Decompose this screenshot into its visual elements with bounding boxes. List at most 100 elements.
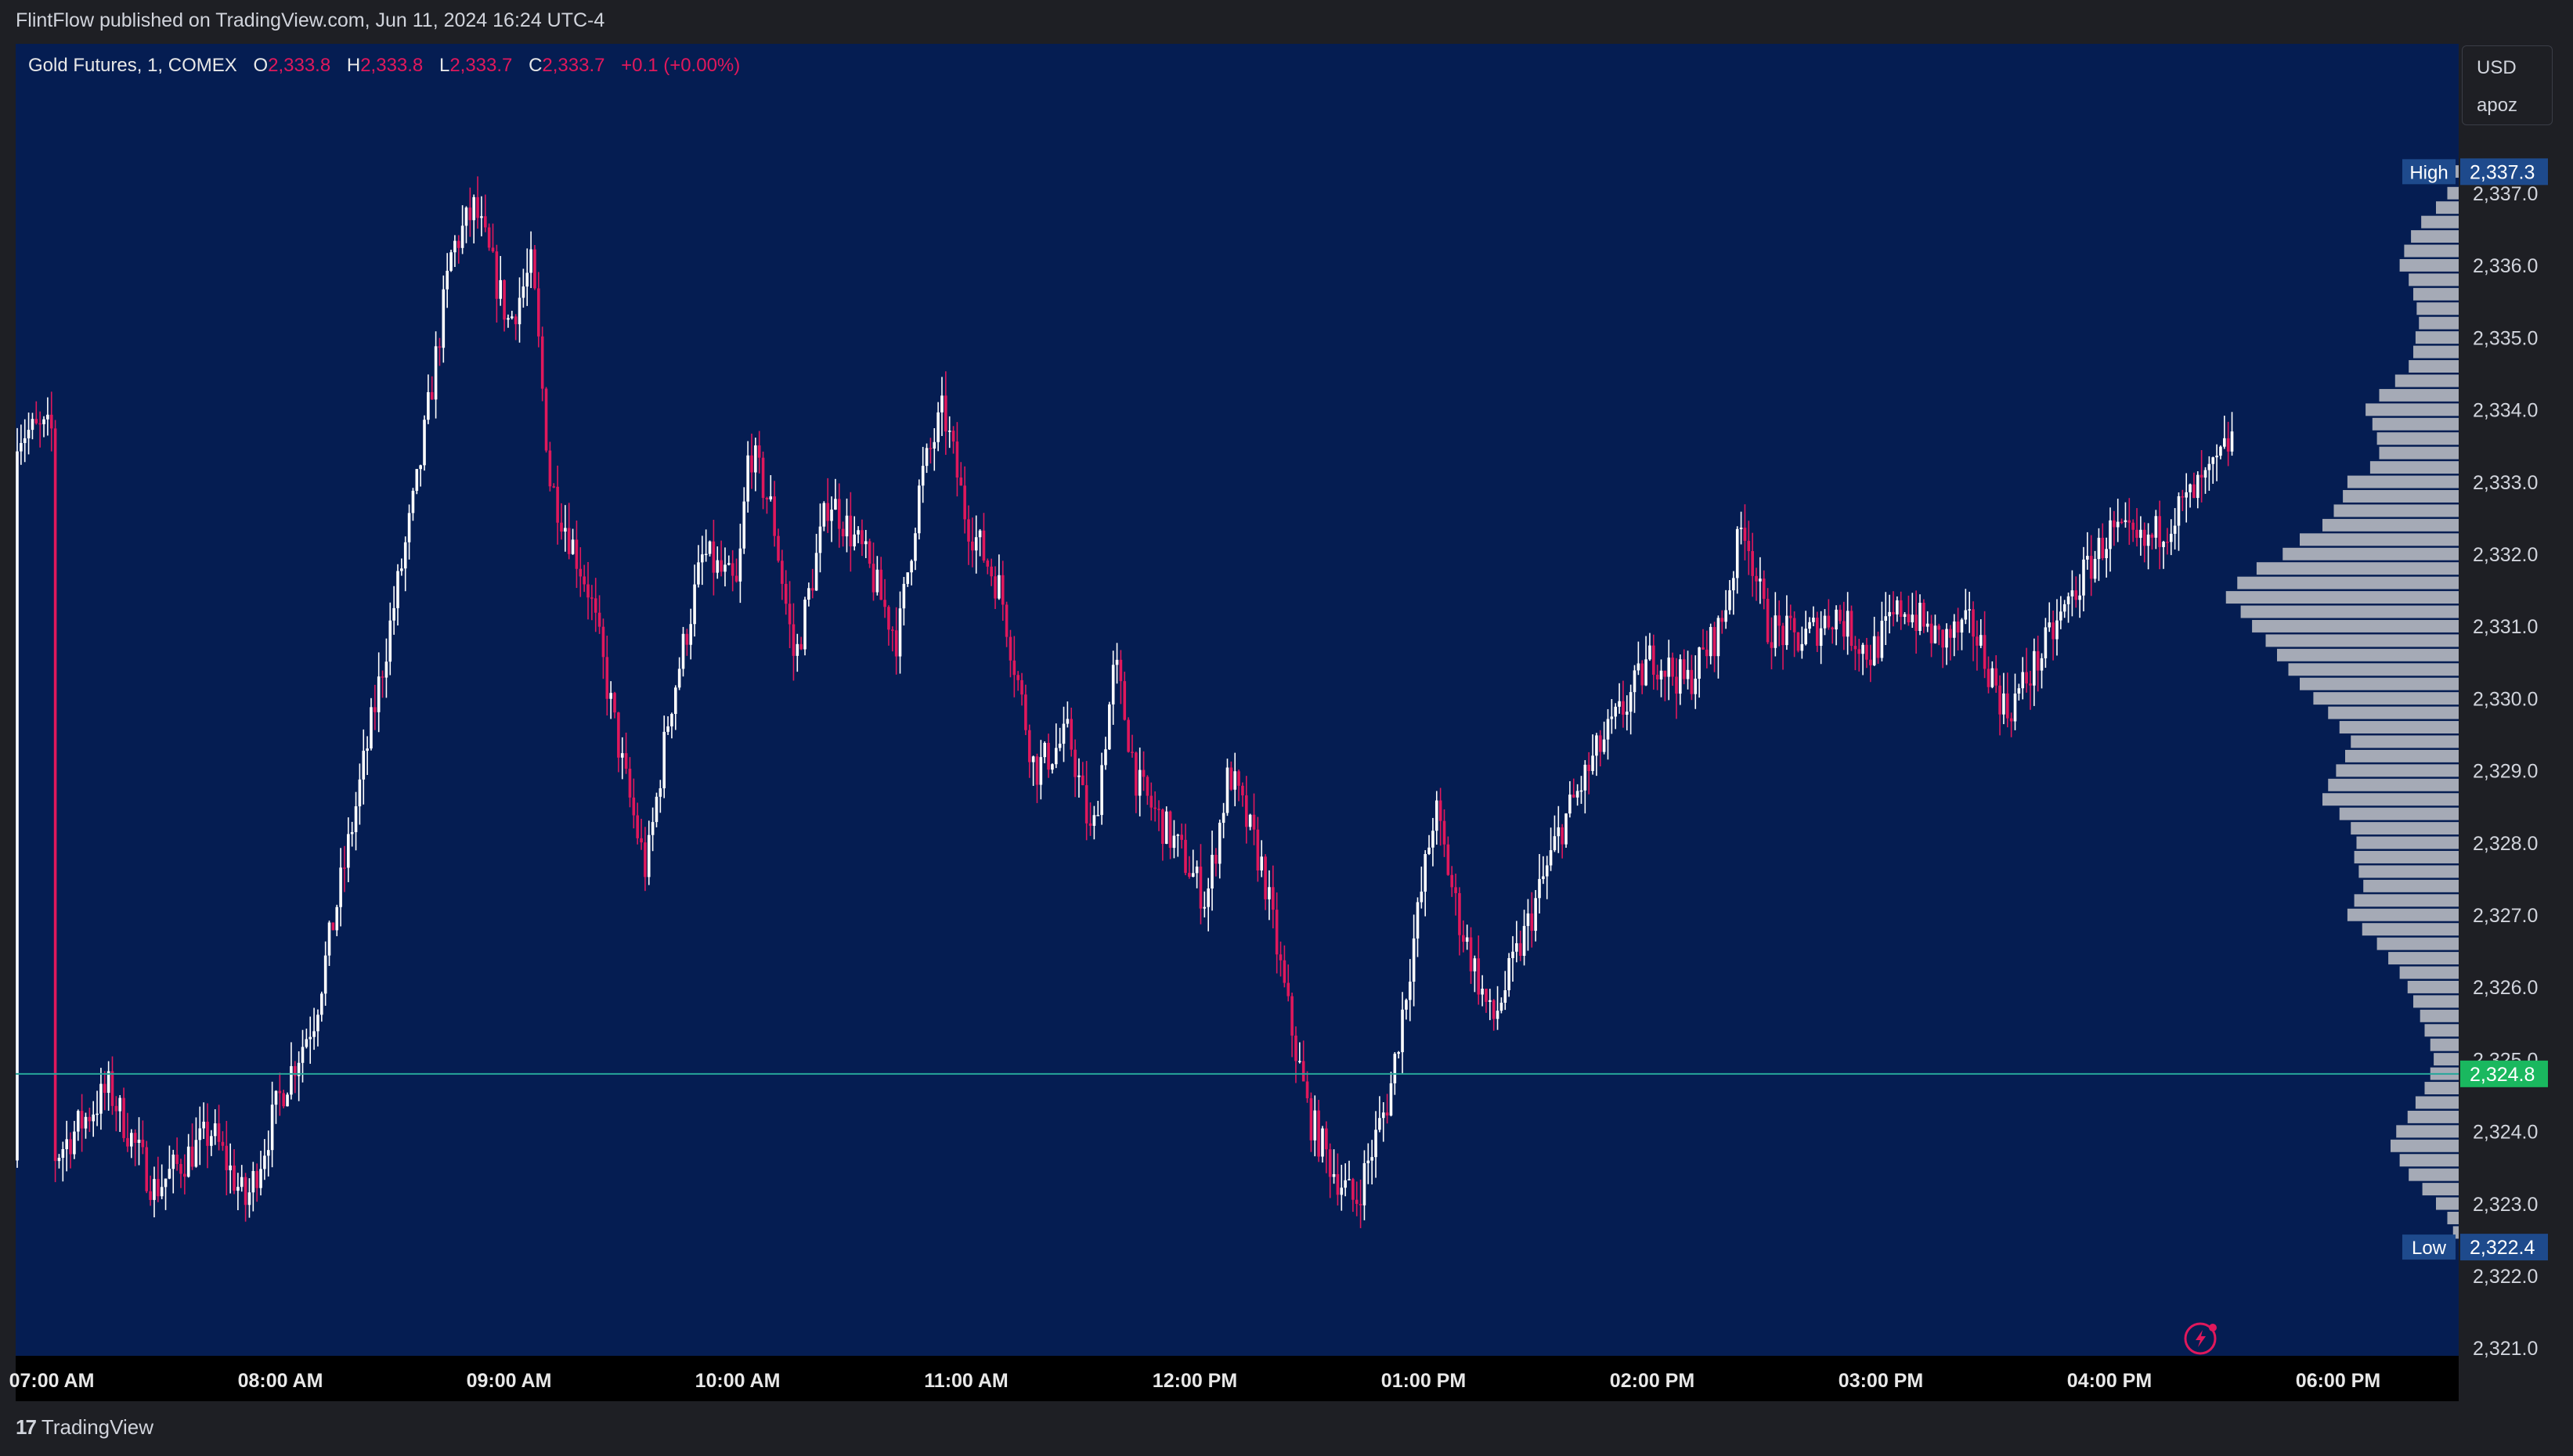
volume-profile-bar [2339, 807, 2459, 820]
candle-body [2086, 556, 2089, 560]
candle-body [1812, 618, 1815, 622]
candle-body [301, 1047, 305, 1063]
candle-body [499, 279, 503, 299]
candle-body [1317, 1110, 1320, 1157]
candle-body [955, 441, 959, 478]
volume-profile-bar [2363, 879, 2459, 892]
candle-body [2017, 688, 2021, 694]
candle-body [1275, 910, 1279, 955]
candle-body [1610, 716, 1614, 719]
candle-body [872, 564, 875, 593]
candle-body [403, 542, 407, 569]
candle-body [1427, 847, 1431, 854]
candle-body [822, 503, 826, 527]
candle-body [2142, 529, 2146, 546]
candle-body [286, 1094, 289, 1107]
candle-body [1896, 600, 1899, 614]
candle-body [290, 1065, 293, 1095]
candle-body [1332, 1173, 1336, 1177]
candle-body [738, 548, 742, 582]
candle-body [677, 669, 681, 688]
chart-svg[interactable]: 2,337.0 2,336.0 2,335.0 2,334.0 2,333.0 2,332… [0, 0, 2573, 1456]
candle-body [282, 1093, 285, 1107]
candle-body [708, 541, 712, 554]
candle-body [84, 1116, 88, 1129]
candle-body [1865, 644, 1868, 660]
candle-body [1606, 719, 1610, 740]
candle-body [1168, 811, 1172, 849]
candle-body [754, 445, 757, 473]
candle-body [556, 486, 559, 523]
candle-body [647, 834, 651, 878]
candle-body [1655, 674, 1659, 679]
candle-body [1849, 611, 1853, 647]
candle-body [2135, 529, 2138, 539]
candle-body [834, 499, 837, 510]
lightning-icon[interactable] [2184, 1322, 2217, 1355]
candle-body [925, 448, 929, 467]
candle-body [590, 597, 594, 599]
candle-body [442, 289, 446, 348]
candle-body [773, 496, 776, 536]
volume-profile-bar [2240, 605, 2459, 618]
candle-body [114, 1105, 118, 1112]
volume-profile-bar [2399, 966, 2459, 979]
candle-body [1499, 1002, 1503, 1011]
candle-body [1047, 743, 1050, 770]
candle-body [217, 1123, 221, 1142]
candle-body [525, 272, 529, 287]
candle-body [1568, 795, 1572, 814]
candle-body [1728, 590, 1731, 611]
candle-body [720, 560, 723, 572]
candle-body [1309, 1097, 1313, 1141]
candle-body [370, 707, 373, 749]
candle-body [1031, 756, 1035, 762]
candle-body [2002, 693, 2005, 715]
volume-profile-bar [2358, 865, 2459, 878]
tradingview-logo[interactable]: 17 TradingView [16, 1415, 153, 1440]
candle-body [339, 867, 342, 907]
candle-body [2021, 672, 2025, 689]
candle-body [1990, 668, 1994, 687]
candle-body [1759, 578, 1762, 582]
candle-body [2052, 622, 2055, 640]
candle-body [1618, 701, 1621, 707]
y-tick-label: 2,324.0 [2473, 1122, 2538, 1144]
candle-body [1465, 937, 1469, 942]
symbol-name[interactable]: Gold Futures, 1, COMEX [28, 55, 237, 76]
volume-profile-bar [2345, 749, 2459, 762]
candle-body [837, 499, 841, 529]
y-tick-label: 2,337.0 [2473, 183, 2538, 205]
x-tick-label: 10:00 AM [695, 1370, 781, 1392]
candle-body [423, 420, 426, 466]
candle-body [194, 1140, 198, 1167]
candle-body [1420, 892, 1424, 903]
volume-profile-bar [2354, 894, 2459, 907]
candle-body [266, 1150, 270, 1156]
candle-body [818, 526, 822, 553]
candle-body [2074, 590, 2078, 600]
candle-body [1602, 739, 1606, 752]
candle-body [1956, 621, 1960, 633]
candle-body [1286, 982, 1290, 996]
candle-body [1446, 844, 1450, 875]
candle-body [1633, 670, 1637, 693]
candle-body [609, 693, 612, 699]
volume-profile-bar [2447, 1212, 2459, 1224]
candle-body [1530, 913, 1534, 932]
candle-body [2078, 595, 2081, 600]
volume-profile-bar [2396, 1125, 2459, 1138]
candle-body [411, 490, 415, 514]
candle-body [1922, 602, 1925, 627]
candle-body [1195, 867, 1199, 874]
volume-profile-bar [2422, 1183, 2459, 1196]
candle-body [1839, 609, 1842, 622]
candle-body [1876, 636, 1880, 658]
candle-body [145, 1147, 149, 1191]
candle-body [427, 391, 430, 420]
candle-body [221, 1141, 225, 1146]
candle-body [891, 629, 894, 631]
scale-settings-button[interactable]: USD apoz [2462, 45, 2553, 125]
candle-body [1340, 1188, 1344, 1195]
candle-body [460, 225, 464, 248]
